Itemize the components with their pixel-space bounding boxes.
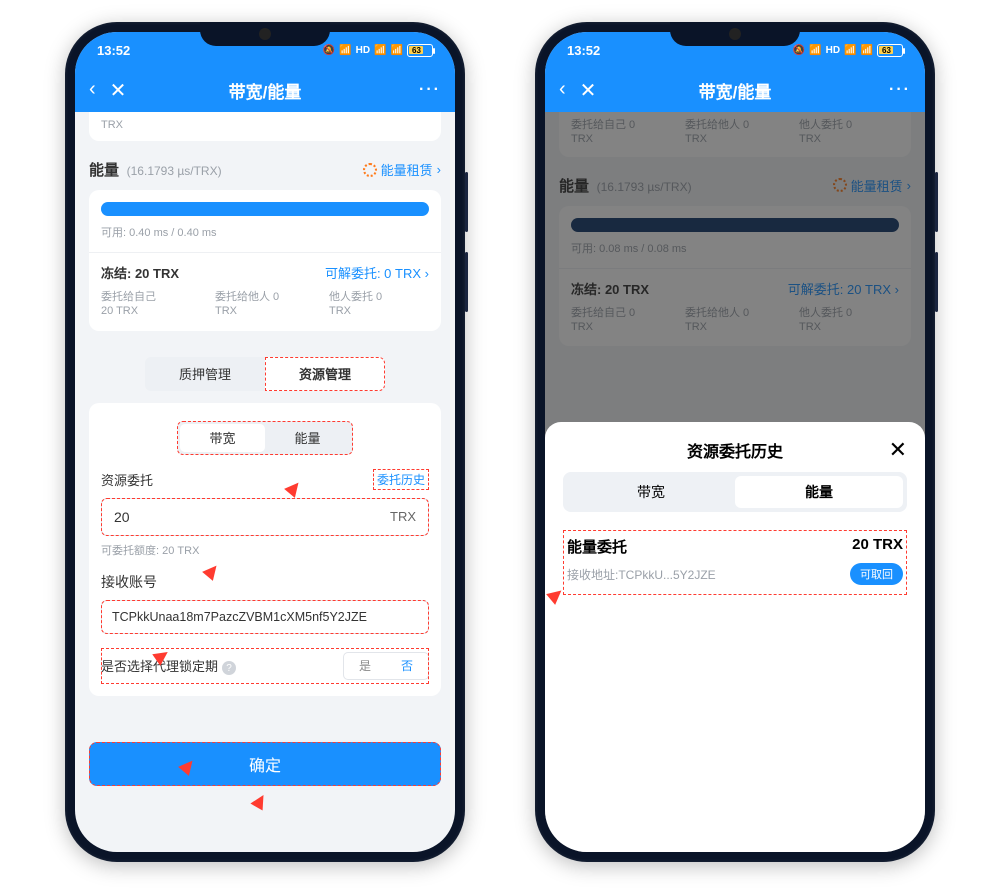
chevron-right-icon: › xyxy=(425,266,429,281)
energy-rent-link[interactable]: 能量租赁 › xyxy=(363,160,441,179)
mute-icon: 🔕 xyxy=(323,45,335,56)
sheet-title: 资源委托历史 xyxy=(687,438,783,462)
energy-frozen: 冻结: 20 TRX xyxy=(571,279,649,298)
amount-unit: TRX xyxy=(390,509,416,524)
history-item[interactable]: 能量委托 20 TRX 接收地址:TCPkkU...5Y2JZE 可取回 xyxy=(563,530,907,595)
recv-label: 接收账号 xyxy=(101,572,429,592)
rent-icon xyxy=(833,178,847,192)
alloc-self-label: 委托给自己 xyxy=(101,290,201,304)
revoke-button[interactable]: 可取回 xyxy=(850,563,903,585)
energy-label: 能量 xyxy=(559,178,589,195)
app-bar: ‹ ✕ 带宽/能量 ··· xyxy=(545,68,925,112)
signal-icon: 📶 xyxy=(374,45,386,56)
energy-label: 能量 xyxy=(89,162,119,179)
sheet-segmented: 带宽 能量 xyxy=(563,472,907,512)
seg-energy[interactable]: 能量 xyxy=(265,424,350,452)
delegate-title: 资源委托 xyxy=(101,470,153,489)
alloc-from-label: 他人委托 0 xyxy=(329,290,429,304)
status-time: 13:52 xyxy=(97,43,130,58)
energy-rate: (16.1793 µs/TRX) xyxy=(127,164,222,178)
wifi-icon: 📶 xyxy=(339,45,351,56)
more-button[interactable]: ··· xyxy=(889,81,911,99)
chevron-right-icon: › xyxy=(895,282,899,297)
energy-progress xyxy=(101,202,429,216)
signal-icon: 📶 xyxy=(844,45,856,56)
phone-right: 13:52 🔕 📶 HD 📶 📶 63 ‹ ✕ 带宽/能量 ··· 委托给自己 … xyxy=(535,22,935,862)
energy-usable: 可用: 0.40 ms / 0.40 ms xyxy=(101,224,429,240)
phone-notch xyxy=(200,22,330,46)
energy-frozen: 冻结: 20 TRX xyxy=(101,263,179,282)
screen-left: 13:52 🔕 📶 HD 📶 📶 63 ‹ ✕ 带宽/能量 ··· TRX xyxy=(75,32,455,852)
sheet-tab-energy[interactable]: 能量 xyxy=(735,476,903,508)
close-button[interactable]: ✕ xyxy=(110,78,127,103)
lock-no[interactable]: 否 xyxy=(386,653,428,679)
wifi-icon: 📶 xyxy=(809,45,821,56)
signal2-icon: 📶 xyxy=(391,45,403,56)
delegate-quota: 可委托额度: 20 TRX xyxy=(101,542,429,558)
recv-address-input[interactable]: TCPkkUnaa18m7PazcZVBM1cXM5nf5Y2JZE xyxy=(101,600,429,634)
energy-releasable[interactable]: 可解委托: 20 TRX › xyxy=(788,279,899,298)
delegate-history-link[interactable]: 委托历史 xyxy=(373,469,429,490)
energy-progress xyxy=(571,218,899,232)
energy-rent-link[interactable]: 能量租赁 › xyxy=(833,176,911,195)
type-segmented: 带宽 能量 xyxy=(177,421,353,455)
more-button[interactable]: ··· xyxy=(419,81,441,99)
battery-icon: 63 xyxy=(877,44,903,57)
trx-stub: TRX xyxy=(101,119,123,131)
status-right: 🔕 📶 HD 📶 📶 63 xyxy=(323,44,433,57)
energy-rate: (16.1793 µs/TRX) xyxy=(597,180,692,194)
phone-left: 13:52 🔕 📶 HD 📶 📶 63 ‹ ✕ 带宽/能量 ··· TRX xyxy=(65,22,465,862)
screen-right: 13:52 🔕 📶 HD 📶 📶 63 ‹ ✕ 带宽/能量 ··· 委托给自己 … xyxy=(545,32,925,852)
mute-icon: 🔕 xyxy=(793,45,805,56)
lock-yes[interactable]: 是 xyxy=(344,653,386,679)
content-left: TRX 能量 (16.1793 µs/TRX) 能量租赁 › 可用: 0.40 … xyxy=(75,112,455,800)
signal2-icon: 📶 xyxy=(861,45,873,56)
status-right: 🔕 📶 HD 📶 📶 63 xyxy=(793,44,903,57)
seg-bandwidth[interactable]: 带宽 xyxy=(180,424,265,452)
history-bottom-sheet: 资源委托历史 ✕ 带宽 能量 能量委托 20 TRX 接收地址:TCPkkU..… xyxy=(545,422,925,852)
manage-tab-pair: 质押管理 资源管理 xyxy=(89,357,441,391)
history-item-amount: 20 TRX xyxy=(852,536,903,557)
phone-notch xyxy=(670,22,800,46)
energy-section-head: 能量 (16.1793 µs/TRX) 能量租赁 › xyxy=(559,175,911,196)
delegate-card: 带宽 能量 资源委托 委托历史 20 TRX 可委托额度: 20 TRX 接收账… xyxy=(89,403,441,696)
chevron-right-icon: › xyxy=(907,178,911,193)
back-button[interactable]: ‹ xyxy=(559,78,566,103)
history-item-title: 能量委托 xyxy=(567,536,627,557)
energy-releasable[interactable]: 可解委托: 0 TRX › xyxy=(325,263,429,282)
battery-icon: 63 xyxy=(407,44,433,57)
page-title: 带宽/能量 xyxy=(75,78,455,103)
page-title: 带宽/能量 xyxy=(545,78,925,103)
close-button[interactable]: ✕ xyxy=(580,78,597,103)
energy-card: 可用: 0.08 ms / 0.08 ms 冻结: 20 TRX 可解委托: 2… xyxy=(559,206,911,347)
amount-value: 20 xyxy=(114,509,390,525)
energy-usable: 可用: 0.08 ms / 0.08 ms xyxy=(571,240,899,256)
amount-input[interactable]: 20 TRX xyxy=(101,498,429,536)
confirm-button[interactable]: 确定 xyxy=(89,742,441,786)
hd-icon: HD xyxy=(356,45,370,56)
sheet-tab-bandwidth[interactable]: 带宽 xyxy=(567,476,735,508)
energy-section-head: 能量 (16.1793 µs/TRX) 能量租赁 › xyxy=(89,159,441,180)
help-icon[interactable]: ? xyxy=(222,661,236,675)
app-bar: ‹ ✕ 带宽/能量 ··· xyxy=(75,68,455,112)
pointer-arrow-icon xyxy=(250,791,269,810)
lock-toggle: 是 否 xyxy=(343,652,429,680)
alloc-other-label: 委托给他人 0 xyxy=(215,290,315,304)
rent-icon xyxy=(363,163,377,177)
hd-icon: HD xyxy=(826,45,840,56)
chevron-right-icon: › xyxy=(437,162,441,177)
tab-resource-manage[interactable]: 资源管理 xyxy=(265,357,385,391)
energy-card: 可用: 0.40 ms / 0.40 ms 冻结: 20 TRX 可解委托: 0… xyxy=(89,190,441,331)
back-button[interactable]: ‹ xyxy=(89,78,96,103)
status-time: 13:52 xyxy=(567,43,600,58)
tab-stake-manage[interactable]: 质押管理 xyxy=(145,357,265,391)
history-item-address: 接收地址:TCPkkU...5Y2JZE xyxy=(567,566,716,583)
sheet-close-button[interactable]: ✕ xyxy=(889,437,907,463)
